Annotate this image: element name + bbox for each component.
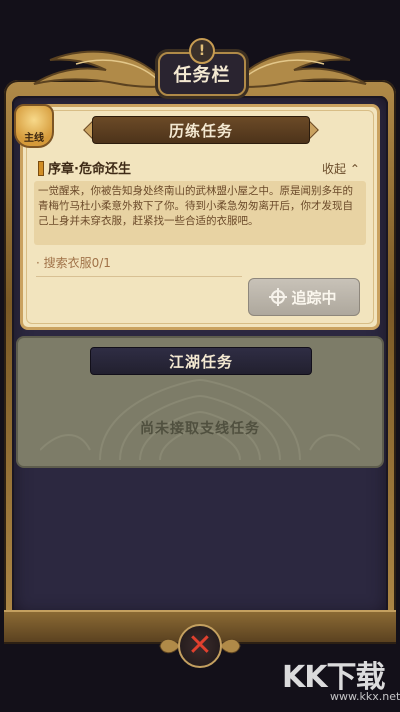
- quest-objective: · 搜索衣服0/1: [36, 256, 111, 270]
- collapse-button[interactable]: 收起 ⌃: [322, 160, 360, 177]
- quest-marker-icon: [38, 161, 44, 176]
- objective-divider: [36, 276, 242, 277]
- section-title-text: 历练任务: [168, 121, 233, 140]
- collapse-label: 收起: [322, 162, 347, 176]
- crosshair-icon: [269, 288, 288, 306]
- section-title-jianghu: 江湖任务: [90, 347, 312, 375]
- exclamation-icon: !: [189, 38, 215, 64]
- close-left-ornament: [159, 638, 180, 654]
- close-button[interactable]: ✕: [178, 624, 222, 668]
- right-wing-ornament: [230, 50, 367, 88]
- left-wing-ornament: [33, 50, 170, 88]
- section-title-training: 历练任务: [92, 116, 310, 144]
- chevron-up-icon: ⌃: [349, 162, 360, 176]
- side-section-title-text: 江湖任务: [168, 352, 233, 371]
- window-title: 任务栏: [173, 65, 231, 86]
- close-icon: ✕: [187, 628, 213, 663]
- main-quest-badge: 主线: [14, 104, 54, 148]
- track-button[interactable]: 追踪中: [248, 278, 360, 316]
- quest-title: 序章·危命还生: [48, 162, 131, 177]
- empty-side-quest-text: 尚未接取支线任务: [140, 421, 260, 437]
- track-button-label: 追踪中: [291, 288, 337, 307]
- watermark-url: www.kkx.net: [330, 690, 400, 703]
- cloud-pattern-decoration: [40, 378, 360, 460]
- close-right-ornament: [220, 638, 241, 654]
- quest-description: 一觉醒来，你被告知身处终南山的武林盟小屋之中。原是闻别多年的青梅竹马杜小柔意外救…: [34, 181, 366, 245]
- main-quest-badge-label: 主线: [24, 133, 44, 144]
